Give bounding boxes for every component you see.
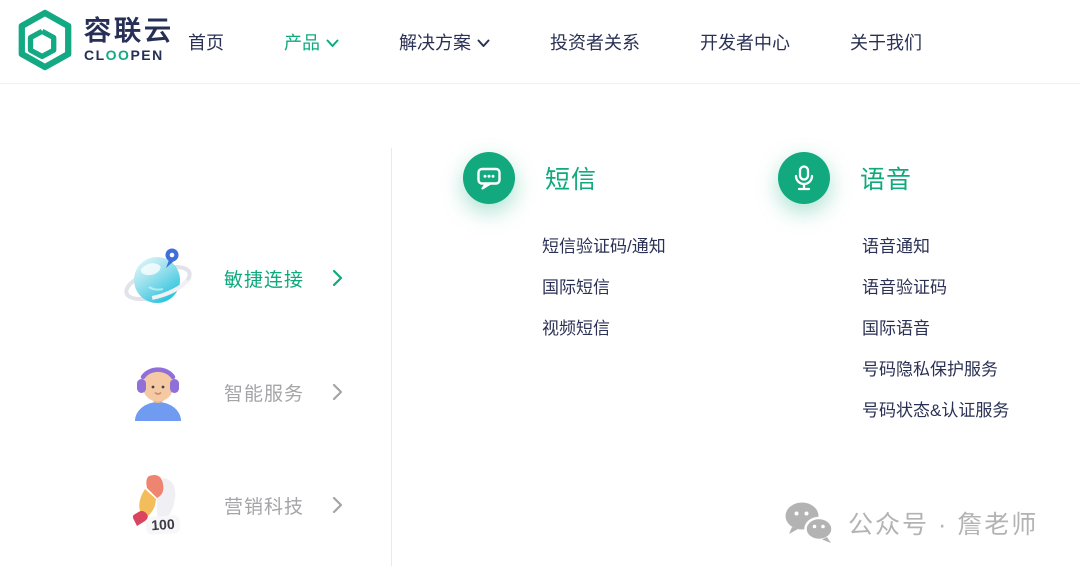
marketing-icon-badge: 100 xyxy=(151,516,176,534)
logo-en-cl: CL xyxy=(84,47,106,64)
nav-item-products[interactable]: 产品 xyxy=(284,29,339,55)
cloopen-products-megamenu-page: 容联云 CLOOPEN 首页 产品 解决方案 投资者关系 开发者中心 关于我们 … xyxy=(0,0,1080,566)
sms-link-list: 短信验证码/通知 国际短信 视频短信 xyxy=(542,224,666,347)
nav-item-label: 关于我们 xyxy=(850,33,922,53)
wechat-watermark: 公众号 · 詹老师 xyxy=(782,501,1038,545)
chevron-right-icon xyxy=(332,269,343,287)
sidebar-item-agile-connection[interactable]: 敏捷连接 xyxy=(118,233,378,323)
nav-item-label: 产品 xyxy=(284,33,320,53)
nav-item-label: 解决方案 xyxy=(399,33,471,53)
sidebar-item-marketing-tech[interactable]: 100 营销科技 xyxy=(118,460,378,550)
chevron-right-icon xyxy=(332,383,343,401)
nav-item-home[interactable]: 首页 xyxy=(188,29,224,55)
link-number-status-auth[interactable]: 号码状态&认证服务 xyxy=(862,388,1009,429)
cloopen-logo[interactable]: 容联云 CLOOPEN xyxy=(16,9,174,71)
sidebar-divider xyxy=(391,148,392,566)
nav-item-label: 首页 xyxy=(188,33,224,53)
main-nav: 首页 产品 解决方案 投资者关系 开发者中心 关于我们 xyxy=(188,0,922,84)
nav-item-solutions[interactable]: 解决方案 xyxy=(399,29,490,55)
marketing-chart-icon: 100 xyxy=(118,465,198,545)
nav-item-label: 投资者关系 xyxy=(550,33,640,53)
voice-column-title: 语音 xyxy=(860,166,913,194)
chevron-down-icon xyxy=(326,39,339,47)
logo-wordmark: 容联云 CLOOPEN xyxy=(84,15,174,63)
microphone-icon xyxy=(778,152,830,204)
logo-en-pen: PEN xyxy=(130,47,164,64)
wechat-icon xyxy=(785,502,834,543)
link-voice-notice[interactable]: 语音通知 xyxy=(862,224,1009,265)
voice-link-list: 语音通知 语音验证码 国际语音 号码隐私保护服务 号码状态&认证服务 xyxy=(862,224,1009,429)
nav-item-developers[interactable]: 开发者中心 xyxy=(700,29,790,55)
logo-cn-text: 容联云 xyxy=(84,15,174,46)
cloopen-hexagon-logo-icon xyxy=(18,9,72,71)
voice-column-header: 语音 xyxy=(778,152,1009,204)
logo-en-oo: OO xyxy=(105,47,131,64)
link-sms-verification-notice[interactable]: 短信验证码/通知 xyxy=(542,224,666,265)
sms-bubble-icon xyxy=(463,152,515,204)
sidebar-item-label: 敏捷连接 xyxy=(224,269,305,291)
logo-en-text: CLOOPEN xyxy=(84,47,174,63)
sidebar-item-label: 智能服务 xyxy=(224,383,305,405)
nav-item-investors[interactable]: 投资者关系 xyxy=(550,29,640,55)
link-video-sms[interactable]: 视频短信 xyxy=(542,306,666,347)
sidebar-item-label: 营销科技 xyxy=(224,496,305,518)
link-voice-verification[interactable]: 语音验证码 xyxy=(862,265,1009,306)
link-international-voice[interactable]: 国际语音 xyxy=(862,306,1009,347)
sms-column-title: 短信 xyxy=(545,166,598,194)
link-international-sms[interactable]: 国际短信 xyxy=(542,265,666,306)
link-number-privacy-protection[interactable]: 号码隐私保护服务 xyxy=(862,347,1009,388)
nav-item-about[interactable]: 关于我们 xyxy=(850,29,922,55)
chevron-down-icon xyxy=(477,39,490,47)
chevron-right-icon xyxy=(332,496,343,514)
nav-item-label: 开发者中心 xyxy=(700,33,790,53)
support-agent-icon xyxy=(118,352,198,432)
watermark-text: 公众号 · 詹老师 xyxy=(848,511,1039,539)
product-column-sms: 短信 短信验证码/通知 国际短信 视频短信 xyxy=(463,152,666,347)
top-nav-bar: 容联云 CLOOPEN 首页 产品 解决方案 投资者关系 开发者中心 关于我们 xyxy=(0,0,1080,84)
sidebar-item-intelligent-service[interactable]: 智能服务 xyxy=(118,347,378,437)
sms-column-header: 短信 xyxy=(463,152,666,204)
product-column-voice: 语音 语音通知 语音验证码 国际语音 号码隐私保护服务 号码状态&认证服务 xyxy=(778,152,1009,429)
globe-connection-icon xyxy=(118,238,198,318)
products-megamenu: 敏捷连接 智能服务 100 营销科技 短信 短信验证码/通知 国际短信 视频短信… xyxy=(0,85,1080,566)
